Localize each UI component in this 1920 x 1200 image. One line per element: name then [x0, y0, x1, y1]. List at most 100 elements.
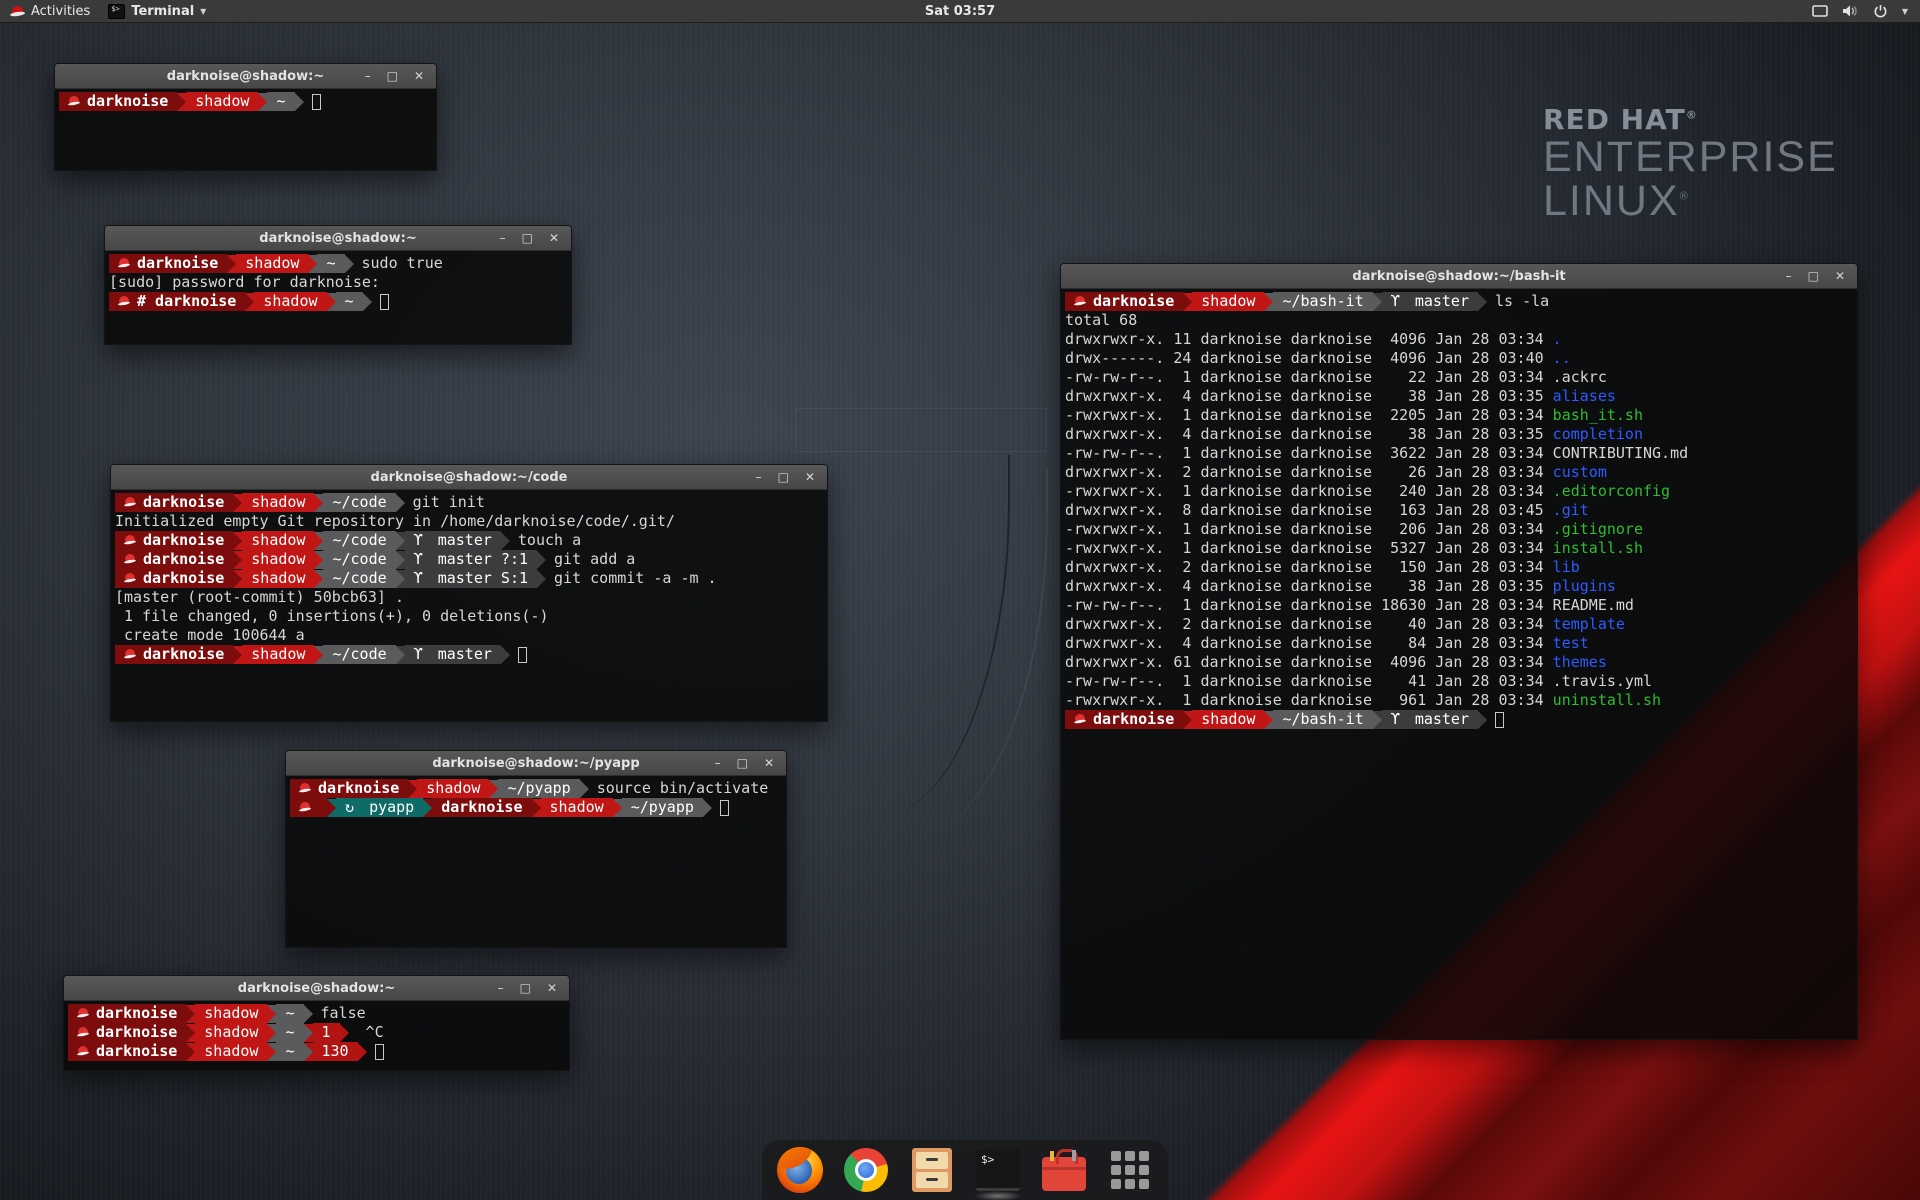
- ls-row-meta: -rw-rw-r--. 1 darknoise darknoise 18630 …: [1065, 596, 1553, 615]
- close-button[interactable]: ✕: [764, 751, 774, 776]
- command-text: ^C: [349, 1023, 384, 1042]
- ls-row-filename: .git: [1553, 501, 1589, 520]
- titlebar-term-code[interactable]: darknoise@shadow:~/code–□✕: [111, 465, 827, 490]
- maximize-button[interactable]: □: [387, 64, 398, 89]
- system-menu-chevron-icon[interactable]: ▼: [1902, 7, 1908, 16]
- close-button[interactable]: ✕: [1835, 264, 1845, 289]
- prompt-segment-path: ~/code: [323, 645, 395, 664]
- powerline-separator-icon: [327, 799, 336, 817]
- redhat-icon: [124, 649, 136, 660]
- clock[interactable]: Sat 03:57: [0, 4, 1920, 19]
- terminal-body-term-code[interactable]: darknoiseshadow~/codegit initInitialized…: [111, 490, 827, 721]
- dock-item-terminal[interactable]: $>: [974, 1146, 1022, 1194]
- minimize-button[interactable]: –: [498, 976, 504, 1001]
- prompt-segment-path: ~/bash-it: [1273, 292, 1372, 311]
- dock-item-chrome[interactable]: [842, 1146, 890, 1194]
- prompt-segment-git: ϒ master: [405, 531, 501, 550]
- ls-row-meta: -rwxrwxr-x. 1 darknoise darknoise 2205 J…: [1065, 406, 1553, 425]
- git-branch-icon: ϒ: [1391, 710, 1409, 729]
- dock-item-app-grid[interactable]: [1106, 1146, 1154, 1194]
- titlebar-term-pyapp[interactable]: darknoise@shadow:~/pyapp–□✕: [286, 751, 786, 776]
- terminal-cursor: [312, 94, 321, 110]
- prompt-segment-user: darknoise: [68, 1023, 186, 1042]
- terminal-cursor: [380, 294, 389, 310]
- redhat-icon: [68, 96, 80, 107]
- powerline-separator-icon: [1478, 293, 1487, 311]
- close-button[interactable]: ✕: [414, 64, 424, 89]
- minimize-button[interactable]: –: [1786, 264, 1792, 289]
- powerline-separator-icon: [1373, 293, 1382, 311]
- maximize-button[interactable]: □: [778, 465, 789, 490]
- terminal-body-term-sudo[interactable]: darknoiseshadow~sudo true[sudo] password…: [105, 251, 571, 344]
- terminal-line: darknoiseshadow~/codegit init: [115, 493, 823, 512]
- prompt-segment-git: ϒ master: [405, 645, 501, 664]
- maximize-button[interactable]: □: [522, 226, 533, 251]
- titlebar-term-exitcodes[interactable]: darknoise@shadow:~–□✕: [64, 976, 569, 1001]
- terminal-line: -rwxrwxr-x. 1 darknoise darknoise 206 Ja…: [1065, 520, 1853, 539]
- maximize-button[interactable]: □: [520, 976, 531, 1001]
- terminal-body-term-home-small[interactable]: darknoiseshadow~: [55, 89, 436, 170]
- minimize-button[interactable]: –: [365, 64, 371, 89]
- terminal-line: -rwxrwxr-x. 1 darknoise darknoise 961 Ja…: [1065, 691, 1853, 710]
- ls-row-meta: -rwxrwxr-x. 1 darknoise darknoise 961 Ja…: [1065, 691, 1553, 710]
- close-button[interactable]: ✕: [547, 976, 557, 1001]
- prompt-segment-user: darknoise: [115, 531, 233, 550]
- titlebar-term-home-small[interactable]: darknoise@shadow:~–□✕: [55, 64, 436, 89]
- activities-button[interactable]: Activities: [0, 0, 100, 22]
- close-button[interactable]: ✕: [549, 226, 559, 251]
- rhel-branding: RED HAT® ENTERPRISE LINUX®: [1543, 103, 1838, 224]
- window-buttons: –□ ✕: [756, 465, 827, 490]
- app-menu-terminal[interactable]: $> Terminal ▼: [100, 0, 214, 22]
- maximize-button[interactable]: □: [737, 751, 748, 776]
- prompt-segment-path: ~/bash-it: [1273, 710, 1372, 729]
- powerline-separator-icon: [314, 570, 323, 588]
- powerline-separator-icon: [177, 93, 186, 111]
- terminal-body-term-bashit[interactable]: darknoiseshadow~/bash-itϒ masterls -lato…: [1061, 289, 1857, 1039]
- close-button[interactable]: ✕: [805, 465, 815, 490]
- titlebar-term-bashit[interactable]: darknoise@shadow:~/bash-it–□ ✕: [1061, 264, 1857, 289]
- powerline-separator-icon: [227, 255, 236, 273]
- prompt-segment-user: # darknoise: [109, 292, 245, 311]
- dock-item-toolbox[interactable]: [1040, 1146, 1088, 1194]
- powerline-separator-icon: [408, 780, 417, 798]
- terminal-line: darknoiseshadow~/bash-itϒ masterls -la: [1065, 292, 1853, 311]
- powerline-separator-icon: [233, 494, 242, 512]
- prompt-segment-user: darknoise: [115, 645, 233, 664]
- minimize-button[interactable]: –: [715, 751, 721, 776]
- ls-row-filename: .gitignore: [1553, 520, 1643, 539]
- terminal-line: -rwxrwxr-x. 1 darknoise darknoise 5327 J…: [1065, 539, 1853, 558]
- ls-row-filename: bash_it.sh: [1553, 406, 1643, 425]
- prompt-segment-path: ~: [336, 292, 363, 311]
- dock-item-firefox[interactable]: [776, 1146, 824, 1194]
- powerline-separator-icon: [396, 532, 405, 550]
- terminal-line: darknoiseshadow~/codeϒ master ?:1git add…: [115, 550, 823, 569]
- ls-row-filename: .ackrc: [1553, 368, 1607, 387]
- power-icon[interactable]: [1873, 4, 1888, 19]
- prompt-segment-host: shadow: [242, 531, 314, 550]
- dock-item-files[interactable]: [908, 1146, 956, 1194]
- prompt-segment-path: ~: [276, 1042, 303, 1061]
- powerline-separator-icon: [258, 93, 267, 111]
- terminal-line: # darknoiseshadow~: [109, 292, 567, 311]
- maximize-button[interactable]: □: [1808, 264, 1819, 289]
- terminal-line: drwxrwxr-x. 2 darknoise darknoise 40 Jan…: [1065, 615, 1853, 634]
- titlebar-term-sudo[interactable]: darknoise@shadow:~–□✕: [105, 226, 571, 251]
- powerline-separator-icon: [233, 532, 242, 550]
- terminal-line: drwxrwxr-x. 4 darknoise darknoise 38 Jan…: [1065, 577, 1853, 596]
- redhat-icon: [124, 497, 136, 508]
- display-icon[interactable]: [1812, 4, 1828, 18]
- terminal-body-term-pyapp[interactable]: darknoiseshadow~/pyappsource bin/activat…: [286, 776, 786, 947]
- window-term-sudo: darknoise@shadow:~–□✕darknoiseshadow~sud…: [104, 225, 572, 345]
- prompt-segment-git: ϒ master: [1382, 710, 1478, 729]
- minimize-button[interactable]: –: [500, 226, 506, 251]
- powerline-separator-icon: [537, 551, 546, 569]
- window-term-code: darknoise@shadow:~/code–□✕darknoiseshado…: [110, 464, 828, 722]
- ls-row-meta: drwxrwxr-x. 8 darknoise darknoise 163 Ja…: [1065, 501, 1553, 520]
- terminal-body-term-exitcodes[interactable]: darknoiseshadow~falsedarknoiseshadow~1 ^…: [64, 1001, 569, 1070]
- terminal-line: [master (root-commit) 50bcb63] .: [115, 588, 823, 607]
- minimize-button[interactable]: –: [756, 465, 762, 490]
- window-buttons: –□ ✕: [500, 226, 571, 251]
- volume-icon[interactable]: [1842, 4, 1859, 18]
- window-title: darknoise@shadow:~/bash-it: [1061, 269, 1857, 284]
- powerline-separator-icon: [233, 551, 242, 569]
